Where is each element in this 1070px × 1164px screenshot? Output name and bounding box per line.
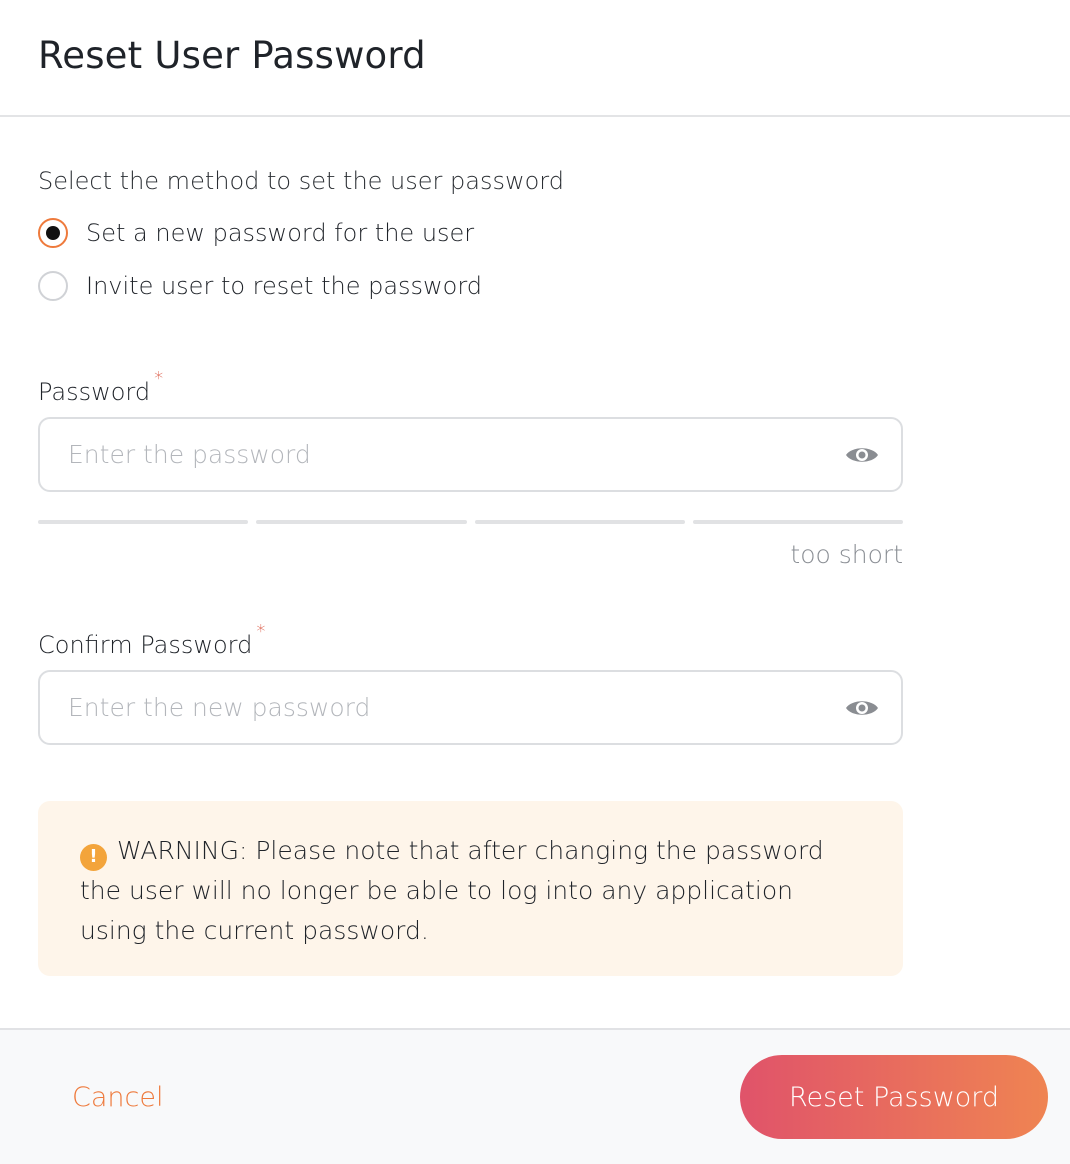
eye-icon[interactable]: [845, 444, 879, 466]
confirm-password-field: [38, 670, 903, 745]
required-asterisk: *: [256, 621, 266, 642]
dialog-title: Reset User Password: [38, 34, 426, 77]
strength-segment: [692, 520, 903, 524]
dialog-body: Select the method to set the user passwo…: [0, 117, 1070, 976]
strength-segment: [38, 520, 249, 524]
radio-option-label: Set a new password for the user: [86, 219, 475, 247]
warning-text: WARNING: Please note that after changing…: [80, 836, 824, 945]
radio-dot: [46, 226, 60, 240]
password-strength-text: too short: [790, 540, 903, 569]
method-label: Select the method to set the user passwo…: [38, 167, 564, 195]
radio-button-unchecked[interactable]: [38, 271, 68, 301]
dialog-header: Reset User Password: [0, 0, 1070, 117]
exclamation-circle-icon: !: [80, 843, 107, 871]
radio-option-invite-user[interactable]: Invite user to reset the password: [38, 270, 1032, 302]
strength-segment: [474, 520, 685, 524]
confirm-password-label-text: Confirm Password: [38, 631, 253, 659]
radio-button-checked[interactable]: [38, 218, 68, 248]
cancel-button[interactable]: Cancel: [72, 1082, 163, 1113]
password-input[interactable]: [68, 440, 845, 469]
confirm-password-label: Confirm Password *: [38, 621, 265, 659]
required-asterisk: *: [154, 368, 164, 389]
password-label-text: Password: [38, 378, 151, 406]
warning-message: ! WARNING: Please note that after changin…: [38, 801, 903, 976]
radio-option-set-new-password[interactable]: Set a new password for the user: [38, 217, 1032, 249]
password-strength-meter: [38, 520, 903, 524]
eye-icon[interactable]: [845, 697, 879, 719]
radio-option-label: Invite user to reset the password: [86, 272, 483, 300]
confirm-password-input[interactable]: [68, 693, 845, 722]
strength-segment: [256, 520, 467, 524]
reset-password-button[interactable]: Reset Password: [740, 1055, 1048, 1139]
reset-password-dialog: Reset User Password Select the method to…: [0, 0, 1070, 1164]
password-field: [38, 417, 903, 492]
password-label: Password *: [38, 368, 163, 406]
dialog-footer: Cancel Reset Password: [0, 1028, 1070, 1164]
